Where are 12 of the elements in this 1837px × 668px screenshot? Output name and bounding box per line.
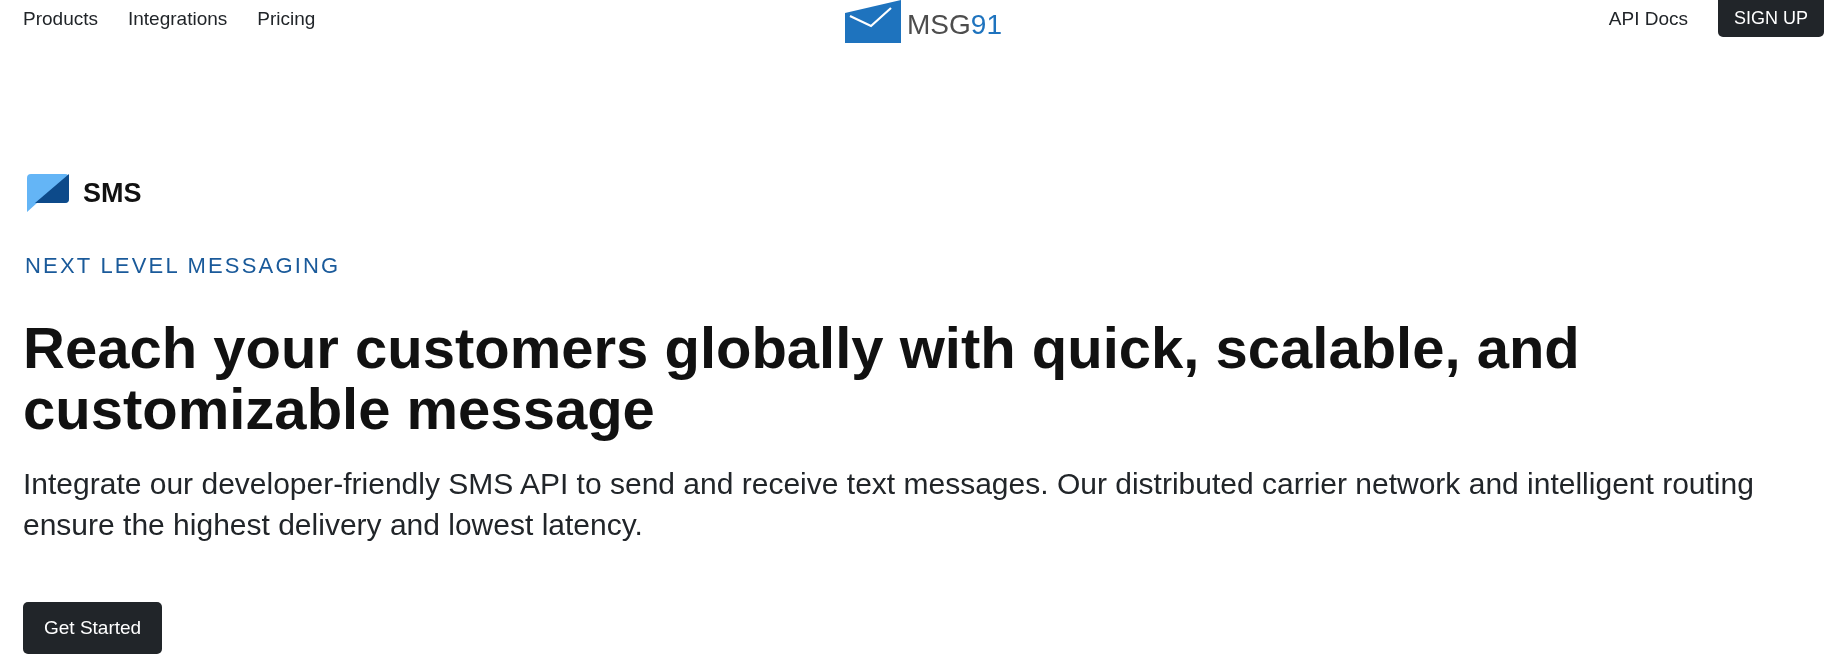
product-name: SMS xyxy=(83,177,142,210)
nav-link[interactable]: Pricing xyxy=(257,8,316,30)
api-docs-link[interactable]: API Docs xyxy=(1608,8,1688,30)
nav-link[interactable]: Integrations xyxy=(128,8,228,30)
eyebrow-text: NEXT LEVEL MESSAGING xyxy=(25,252,342,280)
get-started-button[interactable]: Get Started xyxy=(23,602,163,654)
speech-bubble-icon xyxy=(27,174,69,212)
hero-heading: Reach your customers globally with quick, scalable, and customizable message xyxy=(23,317,1581,439)
logo-text[interactable]: MSG91 xyxy=(907,11,1002,39)
sign-up-button[interactable]: SIGN UP xyxy=(1718,0,1824,37)
nav-link[interactable]: Products xyxy=(23,8,98,30)
hero-description: Integrate our developer-friendly SMS API to send and receive text messages. Our distributed carrier network and intelligent routing ensure the highest delivery and lowest latency. xyxy=(23,466,1755,543)
